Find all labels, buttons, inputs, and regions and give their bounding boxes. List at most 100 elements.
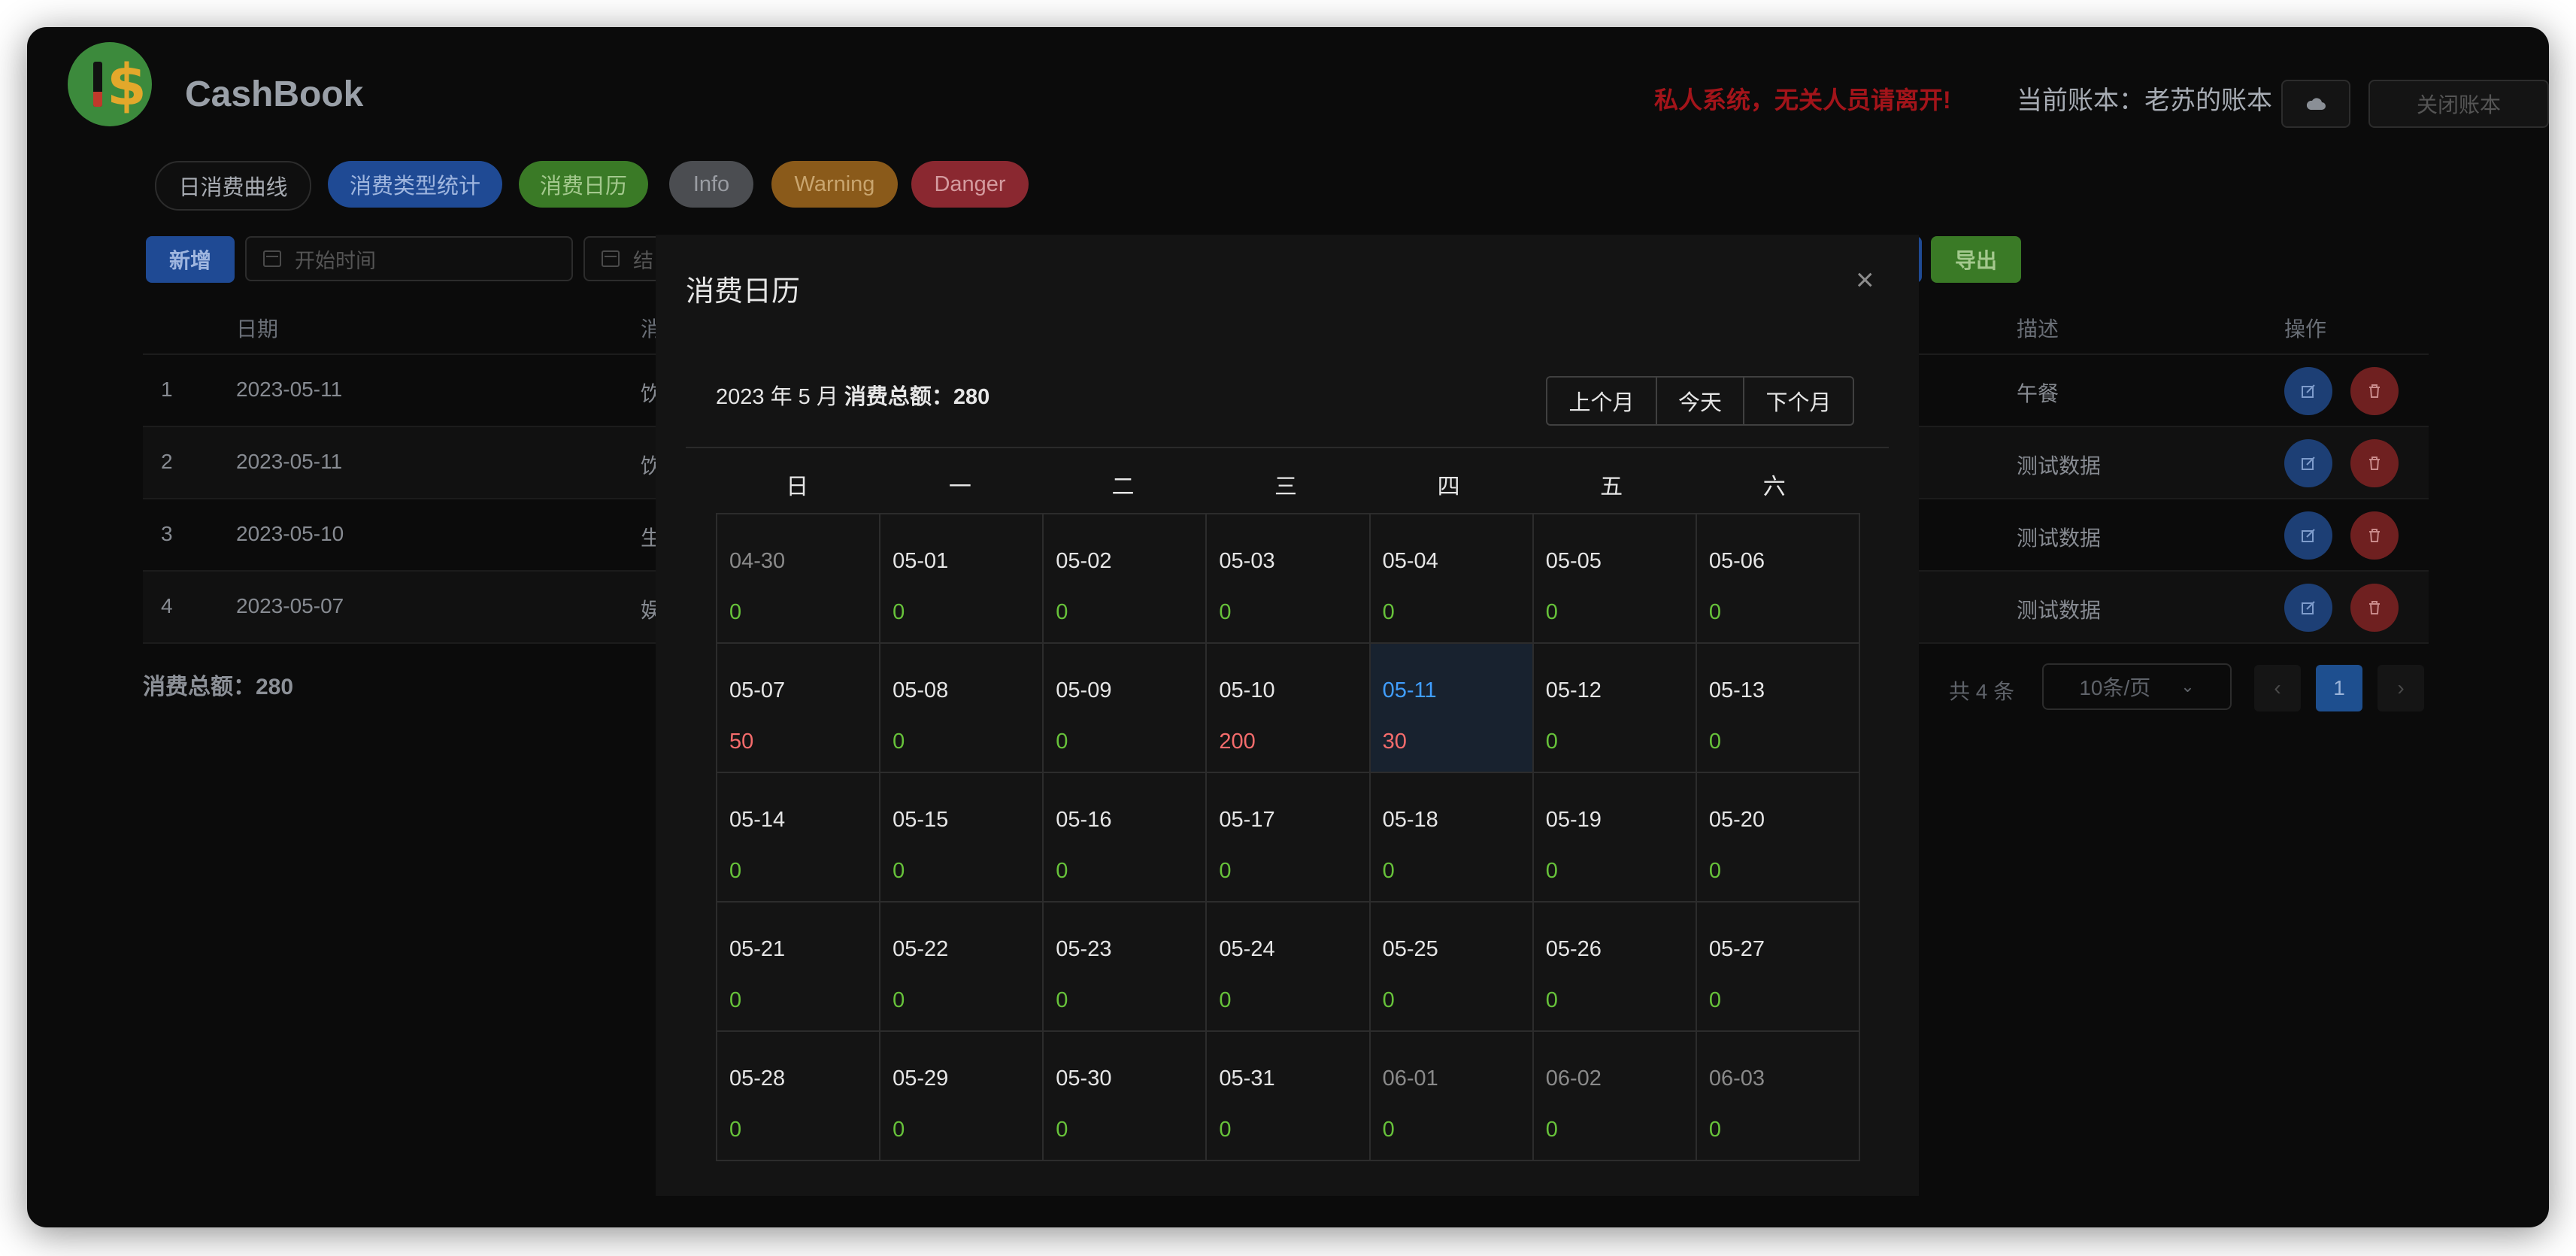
calendar-day-cell[interactable]: 05-06 0: [1696, 514, 1860, 644]
calendar-day-cell[interactable]: 05-15 0: [880, 773, 1044, 903]
add-button[interactable]: 新增: [146, 236, 235, 283]
close-icon[interactable]: ×: [1856, 262, 1874, 298]
end-date-placeholder: 结: [633, 249, 653, 272]
calendar-day-cell[interactable]: 05-31 0: [1207, 1032, 1371, 1161]
pagination-total: 共 4 条: [1949, 680, 2015, 703]
calendar-day-cell[interactable]: 05-25 0: [1370, 903, 1534, 1032]
calendar-grid: 04-30 0 05-01 0 05-02 0 05-03 0 05-04 0 05-05 0 05-0…: [716, 513, 1860, 1161]
calendar-day-cell[interactable]: 05-08 0: [880, 644, 1044, 773]
day-amount: 0: [1056, 859, 1068, 883]
edit-button[interactable]: [2284, 439, 2332, 487]
calendar-total: 消费总额：280: [844, 385, 990, 409]
calendar-day-cell[interactable]: 05-20 0: [1696, 773, 1860, 903]
calendar-day-cell[interactable]: 05-10 200: [1207, 644, 1371, 773]
calendar-day-cell[interactable]: 05-26 0: [1533, 903, 1697, 1032]
calendar-day-cell[interactable]: 05-29 0: [880, 1032, 1044, 1161]
prev-page-button[interactable]: ‹: [2254, 665, 2301, 711]
weekday-label: 四: [1437, 475, 1460, 499]
row-date: 2023-05-11: [236, 450, 343, 473]
day-date: 05-26: [1545, 937, 1602, 961]
day-date: 05-20: [1708, 808, 1765, 832]
nav-pill-danger[interactable]: Danger: [911, 161, 1029, 208]
nav-pill-daily-curve[interactable]: 日消费曲线: [155, 161, 311, 211]
calendar-day-cell[interactable]: 04-30 0: [717, 514, 881, 644]
calendar-day-cell[interactable]: 05-03 0: [1207, 514, 1371, 644]
calendar-day-cell[interactable]: 05-12 0: [1533, 644, 1697, 773]
app-title: CashBook: [185, 74, 364, 114]
edit-button[interactable]: [2284, 584, 2332, 632]
export-button[interactable]: 导出: [1931, 236, 2021, 283]
calendar-day-cell[interactable]: 05-04 0: [1370, 514, 1534, 644]
nav-pill-info[interactable]: Info: [669, 161, 753, 208]
calendar-day-cell[interactable]: 05-02 0: [1044, 514, 1208, 644]
prev-month-button[interactable]: 上个月: [1547, 378, 1656, 424]
calendar-day-cell[interactable]: 05-23 0: [1044, 903, 1208, 1032]
row-date: 2023-05-11: [236, 378, 343, 401]
day-amount: 0: [1708, 1118, 1721, 1142]
day-amount: 200: [1219, 730, 1256, 754]
day-date: 05-15: [893, 808, 949, 832]
calendar-day-cell[interactable]: 05-19 0: [1533, 773, 1697, 903]
delete-button[interactable]: [2350, 439, 2399, 487]
day-date: 05-30: [1056, 1066, 1112, 1091]
day-amount: 0: [1382, 988, 1395, 1012]
day-amount: 0: [1708, 859, 1721, 883]
calendar-day-cell[interactable]: 06-02 0: [1533, 1032, 1697, 1161]
edit-button[interactable]: [2284, 367, 2332, 415]
calendar-day-cell[interactable]: 05-07 50: [717, 644, 881, 773]
start-date-input[interactable]: 开始时间: [245, 236, 573, 281]
day-amount: 0: [1382, 859, 1395, 883]
nav-pill-warning[interactable]: Warning: [771, 161, 898, 208]
day-date: 05-01: [893, 549, 949, 573]
calendar-day-cell[interactable]: 05-09 0: [1044, 644, 1208, 773]
day-amount: 0: [1382, 600, 1395, 624]
next-page-button[interactable]: ›: [2377, 665, 2424, 711]
calendar-day-cell[interactable]: 05-01 0: [880, 514, 1044, 644]
calendar-month-summary: 2023 年 5 月 消费总额：280: [716, 379, 989, 411]
calendar-day-cell[interactable]: 05-24 0: [1207, 903, 1371, 1032]
day-amount: 0: [1219, 859, 1232, 883]
calendar-day-cell[interactable]: 05-28 0: [717, 1032, 881, 1161]
today-button[interactable]: 今天: [1656, 378, 1743, 424]
next-month-button[interactable]: 下个月: [1743, 378, 1853, 424]
delete-button[interactable]: [2350, 367, 2399, 415]
cloud-button[interactable]: [2281, 80, 2350, 128]
nav-pill-type-stats[interactable]: 消费类型统计: [328, 161, 502, 208]
page-size-select[interactable]: 10条/页 ⌄: [2042, 663, 2232, 710]
weekday-label: 二: [1111, 475, 1135, 499]
row-index: 3: [161, 522, 173, 545]
calendar-day-cell[interactable]: 05-05 0: [1533, 514, 1697, 644]
day-date: 05-08: [893, 678, 949, 702]
delete-button[interactable]: [2350, 584, 2399, 632]
edit-button[interactable]: [2284, 511, 2332, 560]
day-date: 05-17: [1219, 808, 1275, 832]
calendar-day-cell[interactable]: 05-21 0: [717, 903, 881, 1032]
calendar-day-cell[interactable]: 05-16 0: [1044, 773, 1208, 903]
day-amount: 0: [729, 859, 742, 883]
close-account-button[interactable]: 关闭账本: [2368, 80, 2549, 128]
day-date: 05-06: [1708, 549, 1765, 573]
calendar-day-cell[interactable]: 05-11 30: [1370, 644, 1534, 773]
day-date: 05-25: [1382, 937, 1438, 961]
calendar-day-cell[interactable]: 05-22 0: [880, 903, 1044, 1032]
day-amount: 0: [1056, 1118, 1068, 1142]
page-1-button[interactable]: 1: [2316, 665, 2362, 711]
day-amount: 0: [893, 988, 905, 1012]
calendar-day-cell[interactable]: 05-14 0: [717, 773, 881, 903]
calendar-day-cell[interactable]: 05-17 0: [1207, 773, 1371, 903]
nav-pill-calendar[interactable]: 消费日历: [519, 161, 648, 208]
delete-button[interactable]: [2350, 511, 2399, 560]
calendar-day-cell[interactable]: 05-27 0: [1696, 903, 1860, 1032]
row-desc: 午餐: [2017, 382, 2059, 405]
row-date: 2023-05-07: [236, 594, 344, 617]
calendar-day-cell[interactable]: 05-18 0: [1370, 773, 1534, 903]
row-date: 2023-05-10: [236, 522, 344, 545]
row-index: 4: [161, 594, 173, 617]
calendar-icon: [602, 250, 620, 267]
day-date: 05-05: [1545, 549, 1602, 573]
calendar-day-cell[interactable]: 05-13 0: [1696, 644, 1860, 773]
calendar-day-cell[interactable]: 05-30 0: [1044, 1032, 1208, 1161]
start-date-placeholder: 开始时间: [295, 249, 376, 272]
calendar-day-cell[interactable]: 06-01 0: [1370, 1032, 1534, 1161]
calendar-day-cell[interactable]: 06-03 0: [1696, 1032, 1860, 1161]
